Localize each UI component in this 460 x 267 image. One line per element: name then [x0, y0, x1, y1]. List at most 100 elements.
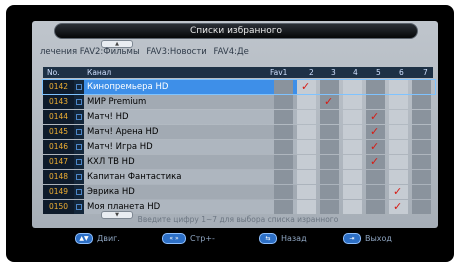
fav-cell-7[interactable]: [412, 155, 431, 169]
fav-cell-6[interactable]: [389, 140, 408, 154]
fav-cell-4[interactable]: [343, 110, 362, 124]
fav-cell-6[interactable]: [389, 80, 408, 94]
fav-cell-6[interactable]: [389, 125, 408, 139]
fav-cell-5[interactable]: ✓: [366, 125, 385, 139]
channel-number: 0145: [43, 125, 74, 139]
fav-cell-5[interactable]: [366, 95, 385, 109]
check-icon: ✓: [393, 200, 403, 213]
fav-cell-3[interactable]: [320, 185, 339, 199]
back-button[interactable]: ⇆ Назад: [259, 233, 307, 245]
up-down-icon: ▲▼: [75, 233, 93, 244]
fav-cell-7[interactable]: [412, 95, 431, 109]
fav-cell-4[interactable]: [343, 155, 362, 169]
fav-cell-3[interactable]: [320, 80, 339, 94]
fav-cell-4[interactable]: [343, 95, 362, 109]
fav-cell-1[interactable]: [274, 155, 293, 169]
fav-cell-7[interactable]: [412, 80, 431, 94]
fav-cell-2[interactable]: [297, 185, 316, 199]
fav-cell-1[interactable]: [274, 170, 293, 184]
fav-cell-7[interactable]: [412, 140, 431, 154]
fav-cell-4[interactable]: [343, 125, 362, 139]
exit-icon: ⇥: [343, 233, 361, 244]
fav-cell-6[interactable]: ✓: [389, 200, 408, 214]
fav-cell-1[interactable]: [274, 140, 293, 154]
grid-icon: [76, 84, 82, 90]
channel-row[interactable]: 0147 КХЛ ТВ HD ✓: [43, 155, 435, 169]
channel-number: 0149: [43, 185, 74, 199]
move-button[interactable]: ▲▼ Двиг.: [75, 233, 120, 245]
fav-cell-1[interactable]: [274, 185, 293, 199]
fav-cell-4[interactable]: [343, 200, 362, 214]
fav-cell-6[interactable]: [389, 95, 408, 109]
check-icon: ✓: [301, 80, 311, 93]
fav-cell-6[interactable]: ✓: [389, 185, 408, 199]
fav-cell-1[interactable]: [274, 80, 293, 94]
fav-cell-2[interactable]: [297, 170, 316, 184]
fav-cell-2[interactable]: [297, 200, 316, 214]
fav-cell-6[interactable]: [389, 110, 408, 124]
check-icon: ✓: [370, 110, 380, 123]
tab-fav-group[interactable]: FAV3:Новости: [146, 46, 206, 58]
fav-cell-1[interactable]: [274, 200, 293, 214]
fav-cell-5[interactable]: [366, 200, 385, 214]
fav-cell-5[interactable]: ✓: [366, 155, 385, 169]
fav-cell-5[interactable]: [366, 80, 385, 94]
channel-row[interactable]: 0145 Матч! Арена HD ✓: [43, 125, 435, 139]
fav-cell-2[interactable]: ✓: [297, 80, 316, 94]
fav-cell-1[interactable]: [274, 110, 293, 124]
exit-button[interactable]: ⇥ Выход: [343, 233, 392, 245]
fav-cell-2[interactable]: [297, 95, 316, 109]
fav-cell-1[interactable]: [274, 95, 293, 109]
page-button[interactable]: « » Стр+-: [162, 233, 215, 245]
channel-row[interactable]: 0142 Кинопремьера HD ✓: [42, 79, 436, 95]
channel-row[interactable]: 0149 Эврика HD ✓: [43, 185, 435, 199]
fav-cell-4[interactable]: [343, 185, 362, 199]
fav-cell-3[interactable]: [320, 125, 339, 139]
fav-cell-3[interactable]: [320, 140, 339, 154]
column-fav7: 7: [423, 68, 428, 77]
fav-cell-3[interactable]: [320, 200, 339, 214]
fav-cell-2[interactable]: [297, 110, 316, 124]
fav-cell-7[interactable]: [412, 170, 431, 184]
column-fav5: 5: [376, 68, 381, 77]
fav-cell-3[interactable]: [320, 110, 339, 124]
column-fav2: 2: [309, 68, 314, 77]
hint-text: Введите цифру 1~7 для выбора списка изра…: [137, 215, 339, 224]
fav-cell-7[interactable]: [412, 185, 431, 199]
column-fav3: 3: [331, 68, 336, 77]
fav-cell-2[interactable]: [297, 125, 316, 139]
fav-cell-4[interactable]: [343, 80, 362, 94]
channel-number: 0146: [43, 140, 74, 154]
fav-cell-4[interactable]: [343, 170, 362, 184]
channel-icon-cell: [74, 170, 84, 184]
fav-cell-2[interactable]: [297, 155, 316, 169]
tab-fav-group[interactable]: FAV4:Де: [214, 46, 249, 58]
fav-cell-4[interactable]: [343, 140, 362, 154]
fav-cell-5[interactable]: [366, 170, 385, 184]
exit-label: Выход: [365, 234, 392, 243]
fav-cell-2[interactable]: [297, 140, 316, 154]
fav-cell-5[interactable]: ✓: [366, 140, 385, 154]
channel-number: 0142: [43, 80, 74, 94]
favorite-groups-tabs[interactable]: лечения FAV2:Фильмы FAV3:Новости FAV4:Де: [40, 46, 432, 58]
fav-cell-3[interactable]: [320, 155, 339, 169]
fav-cell-7[interactable]: [412, 110, 431, 124]
grid-icon: [76, 114, 82, 120]
fav-cell-5[interactable]: [366, 185, 385, 199]
fav-cell-1[interactable]: [274, 125, 293, 139]
channel-row[interactable]: 0143 МИР Premium ✓: [43, 95, 435, 109]
channel-row[interactable]: 0144 Матч! HD ✓: [43, 110, 435, 124]
move-label: Двиг.: [97, 234, 120, 243]
fav-cell-5[interactable]: ✓: [366, 110, 385, 124]
tab-fav-group[interactable]: лечения FAV2:Фильмы: [40, 46, 140, 58]
fav-cell-3[interactable]: ✓: [320, 95, 339, 109]
fav-cell-7[interactable]: [412, 125, 431, 139]
fav-cell-7[interactable]: [412, 200, 431, 214]
grid-icon: [76, 144, 82, 150]
channel-row[interactable]: 0146 Матч! Игра HD ✓: [43, 140, 435, 154]
fav-cell-6[interactable]: [389, 155, 408, 169]
fav-cell-3[interactable]: [320, 170, 339, 184]
fav-cell-6[interactable]: [389, 170, 408, 184]
footer-controls: ▲▼ Двиг. « » Стр+- ⇆ Назад ⇥ Выход: [75, 233, 415, 245]
channel-row[interactable]: 0148 Капитан Фантастика: [43, 170, 435, 184]
